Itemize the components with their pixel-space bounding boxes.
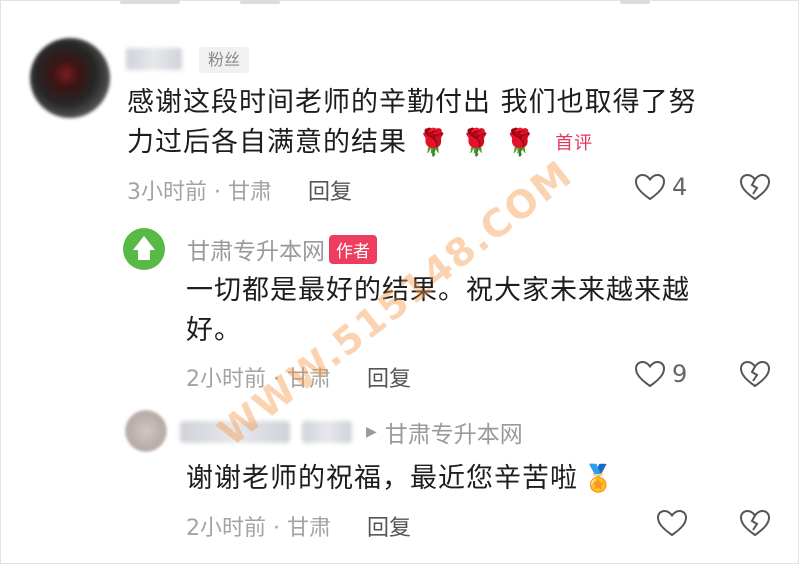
reply-button[interactable]: 回复 bbox=[367, 516, 411, 541]
comment-text-line2-row: 力过后各自满意的结果 🌹 🌹 🌹 首评 bbox=[127, 124, 593, 163]
sub-reply-time-location: 2小时前 · 甘肃 bbox=[186, 516, 331, 541]
like-button[interactable]: 9 bbox=[634, 359, 687, 389]
author-reply-meta: 2小时前 · 甘肃 回复 bbox=[186, 361, 411, 393]
heart-icon bbox=[634, 173, 666, 201]
author-reply-text-line2: 好。 bbox=[186, 315, 242, 346]
fan-badge: 粉丝 bbox=[199, 47, 250, 73]
author-reply-text-line1: 一切都是最好的结果。祝大家未来越来越 bbox=[186, 275, 690, 306]
comment-text-line2: 力过后各自满意的结果 bbox=[127, 127, 407, 158]
author-reply-time-location: 2小时前 · 甘肃 bbox=[186, 367, 331, 392]
like-button[interactable] bbox=[656, 508, 688, 538]
comment-time-location: 3小时前 · 甘肃 bbox=[127, 180, 272, 205]
heart-icon bbox=[634, 360, 666, 388]
sub-reply-header: ▶ 甘肃专升本网 bbox=[180, 415, 523, 449]
sub-reply-text: 谢谢老师的祝福，最近您辛苦啦 bbox=[186, 463, 578, 494]
like-count: 4 bbox=[672, 173, 688, 201]
sub-reply-text-row: 谢谢老师的祝福，最近您辛苦啦 🏅 bbox=[186, 460, 615, 498]
reply-arrow-icon: ▶ bbox=[366, 424, 377, 440]
reply-button[interactable]: 回复 bbox=[308, 180, 352, 205]
broken-heart-icon bbox=[739, 360, 771, 388]
sub-commenter-avatar[interactable] bbox=[125, 410, 167, 452]
comment-text-line1: 感谢这段时间老师的辛勤付出 我们也取得了努 bbox=[127, 87, 697, 118]
comment-meta: 3小时前 · 甘肃 回复 bbox=[127, 174, 352, 206]
dislike-button[interactable] bbox=[738, 172, 772, 206]
sub-reply-meta: 2小时前 · 甘肃 回复 bbox=[186, 510, 411, 542]
reply-button[interactable]: 回复 bbox=[367, 367, 411, 392]
like-count: 9 bbox=[672, 360, 688, 388]
rose-emoji: 🌹 bbox=[417, 128, 451, 158]
broken-heart-icon bbox=[739, 509, 771, 537]
medal-emoji: 🏅 bbox=[582, 464, 616, 494]
reply-to-name[interactable]: 甘肃专升本网 bbox=[385, 415, 523, 449]
author-avatar[interactable] bbox=[123, 228, 165, 270]
broken-heart-icon bbox=[739, 173, 771, 201]
sub-commenter-extra-blurred bbox=[302, 421, 352, 443]
commenter-avatar[interactable] bbox=[30, 38, 110, 118]
sub-commenter-name-blurred[interactable] bbox=[180, 421, 290, 443]
author-reply-header: 甘肃专升本网 作者 bbox=[123, 228, 377, 270]
author-name[interactable]: 甘肃专升本网 bbox=[187, 232, 325, 266]
dislike-button[interactable] bbox=[738, 359, 772, 393]
heart-icon bbox=[656, 509, 688, 537]
commenter-name-blurred[interactable] bbox=[126, 48, 182, 70]
dislike-button[interactable] bbox=[738, 508, 772, 542]
rose-emoji: 🌹 bbox=[460, 128, 494, 158]
like-button[interactable]: 4 bbox=[634, 172, 687, 202]
clipped-top-row bbox=[120, 0, 650, 6]
rose-emoji: 🌹 bbox=[503, 128, 538, 158]
author-badge: 作者 bbox=[329, 234, 377, 264]
first-comment-tag: 首评 bbox=[555, 132, 594, 154]
